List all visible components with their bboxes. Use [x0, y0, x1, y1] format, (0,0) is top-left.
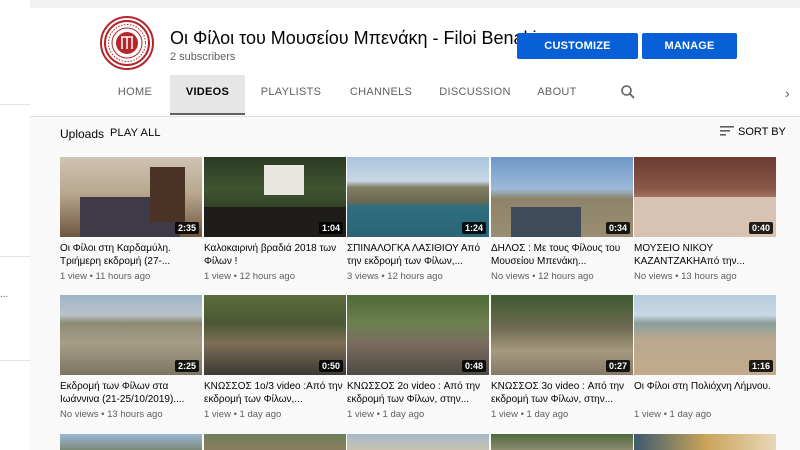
video-card[interactable]: 0:40 ΜΟΥΣΕΙΟ ΝΙΚΟΥ ΚΑΖΑΝΤΖΑΚΗΑπό την... …	[634, 157, 776, 282]
tab-discussion[interactable]: DISCUSSION	[434, 75, 516, 115]
video-duration: 1:24	[461, 222, 486, 234]
channel-name: Οι Φίλοι του Μουσείου Μπενάκη - Filoi Be…	[170, 28, 537, 48]
video-duration: 0:34	[605, 222, 630, 234]
tab-about[interactable]: ABOUT	[526, 75, 588, 115]
video-thumbnail[interactable]: 0:27	[491, 295, 633, 375]
museum-logo-icon	[104, 20, 150, 66]
video-meta: 3 views • 12 hours ago	[347, 271, 443, 282]
video-title[interactable]: Καλοκαιρινή βραδιά 2018 των Φίλων !	[204, 242, 346, 268]
video-title[interactable]: ΚΝΩΣΣΟΣ 3ο video : Από την εκδρομή των Φ…	[491, 380, 633, 406]
video-card[interactable]: 2:35 Οι Φίλοι στη Καρδαμύλη. Τριήμερη εκ…	[60, 157, 202, 282]
search-icon[interactable]	[620, 84, 636, 100]
video-thumbnail[interactable]	[347, 434, 489, 450]
video-duration: 2:25	[174, 360, 199, 372]
video-duration: 0:40	[748, 222, 773, 234]
video-meta: No views • 12 hours ago	[491, 271, 594, 282]
tab-videos[interactable]: VIDEOS	[170, 75, 245, 115]
video-thumbnail[interactable]: 0:34	[491, 157, 633, 237]
video-meta: 1 view • 1 day ago	[634, 409, 712, 420]
video-title[interactable]: ΔΗΛΟΣ : Με τους Φίλους του Μουσείου Μπεν…	[491, 242, 633, 268]
channel-header: Οι Φίλοι του Μουσείου Μπενάκη - Filoi Be…	[30, 0, 800, 117]
channel-avatar[interactable]	[100, 16, 154, 70]
guide-sidebar: ...	[0, 0, 30, 450]
sidebar-divider	[0, 256, 30, 257]
subscriber-count: 2 subscribers	[170, 51, 236, 63]
video-thumbnail[interactable]: 1:16	[634, 295, 776, 375]
sidebar-divider	[0, 104, 30, 105]
video-meta: 1 view • 12 hours ago	[204, 271, 295, 282]
sort-by-label: SORT BY	[738, 126, 786, 138]
video-title[interactable]: ΚΝΩΣΣΟΣ 1ο/3 video :Από την εκδρομή των …	[204, 380, 346, 406]
video-meta: 1 view • 1 day ago	[491, 409, 569, 420]
tab-channels[interactable]: CHANNELS	[340, 75, 422, 115]
video-title[interactable]: Οι Φίλοι στη Καρδαμύλη. Τριήμερη εκδρομή…	[60, 242, 202, 268]
video-card[interactable]: 0:48 ΚΝΩΣΣΟΣ 2ο video : Από την εκδρομή …	[347, 295, 489, 420]
video-title[interactable]: ΜΟΥΣΕΙΟ ΝΙΚΟΥ ΚΑΖΑΝΤΖΑΚΗΑπό την...	[634, 242, 776, 268]
play-all-button[interactable]: PLAY ALL	[110, 127, 161, 139]
video-meta: 1 view • 1 day ago	[347, 409, 425, 420]
video-duration: 1:04	[318, 222, 343, 234]
uploads-heading: Uploads	[60, 127, 105, 141]
video-duration: 0:50	[318, 360, 343, 372]
video-card[interactable]: 1:16 Οι Φίλοι στη Πολιόχνη Λήμνου. 1 vie…	[634, 295, 776, 420]
sort-by-button[interactable]: SORT BY	[720, 126, 786, 138]
video-thumbnail[interactable]: 0:40	[634, 157, 776, 237]
video-thumbnail[interactable]: 0:50	[204, 295, 346, 375]
video-duration: 0:27	[605, 360, 630, 372]
masthead-edge	[30, 0, 800, 8]
sidebar-divider	[0, 360, 30, 361]
video-thumbnail[interactable]	[204, 434, 346, 450]
video-thumbnail[interactable]	[60, 434, 202, 450]
video-thumbnail[interactable]: 1:24	[347, 157, 489, 237]
video-title[interactable]: Εκδρομή των Φίλων στα Ιωάννινα (21-25/10…	[60, 380, 202, 406]
video-title[interactable]: ΚΝΩΣΣΟΣ 2ο video : Από την εκδρομή των Φ…	[347, 380, 489, 406]
video-card[interactable]: 0:27 ΚΝΩΣΣΟΣ 3ο video : Από την εκδρομή …	[491, 295, 633, 420]
video-card[interactable]: 0:34 ΔΗΛΟΣ : Με τους Φίλους του Μουσείου…	[491, 157, 633, 282]
video-thumbnail[interactable]: 0:48	[347, 295, 489, 375]
customize-channel-button[interactable]: CUSTOMIZE CHANNEL	[517, 33, 638, 78]
video-meta: 1 view • 11 hours ago	[60, 271, 151, 282]
video-duration: 1:16	[748, 360, 773, 372]
chevron-right-icon[interactable]: ›	[785, 85, 790, 101]
sort-icon	[720, 126, 734, 136]
video-card[interactable]: 1:24 ΣΠΙΝΑΛΟΓΚΑ ΛΑΣΙΘΙΟΥ Από την εκδρομή…	[347, 157, 489, 282]
sidebar-truncated-text: ...	[0, 289, 9, 300]
tab-home[interactable]: HOME	[100, 75, 170, 115]
manage-videos-button[interactable]: MANAGE VIDEOS	[642, 33, 737, 78]
video-card[interactable]: 1:04 Καλοκαιρινή βραδιά 2018 των Φίλων !…	[204, 157, 346, 282]
video-card[interactable]: 2:25 Εκδρομή των Φίλων στα Ιωάννινα (21-…	[60, 295, 202, 420]
video-thumbnail[interactable]: 1:04	[204, 157, 346, 237]
video-meta: 1 view • 1 day ago	[204, 409, 282, 420]
video-thumbnail[interactable]: 2:25	[60, 295, 202, 375]
video-duration: 2:35	[174, 222, 199, 234]
video-title[interactable]: ΣΠΙΝΑΛΟΓΚΑ ΛΑΣΙΘΙΟΥ Από την εκδρομή των …	[347, 242, 489, 268]
video-title[interactable]: Οι Φίλοι στη Πολιόχνη Λήμνου.	[634, 380, 776, 406]
tab-playlists[interactable]: PLAYLISTS	[250, 75, 332, 115]
video-card[interactable]: 0:50 ΚΝΩΣΣΟΣ 1ο/3 video :Από την εκδρομή…	[204, 295, 346, 420]
video-duration: 0:48	[461, 360, 486, 372]
video-thumbnail[interactable]	[634, 434, 776, 450]
video-thumbnail[interactable]	[491, 434, 633, 450]
video-meta: No views • 13 hours ago	[60, 409, 163, 420]
video-meta: No views • 13 hours ago	[634, 271, 737, 282]
video-thumbnail[interactable]: 2:35	[60, 157, 202, 237]
